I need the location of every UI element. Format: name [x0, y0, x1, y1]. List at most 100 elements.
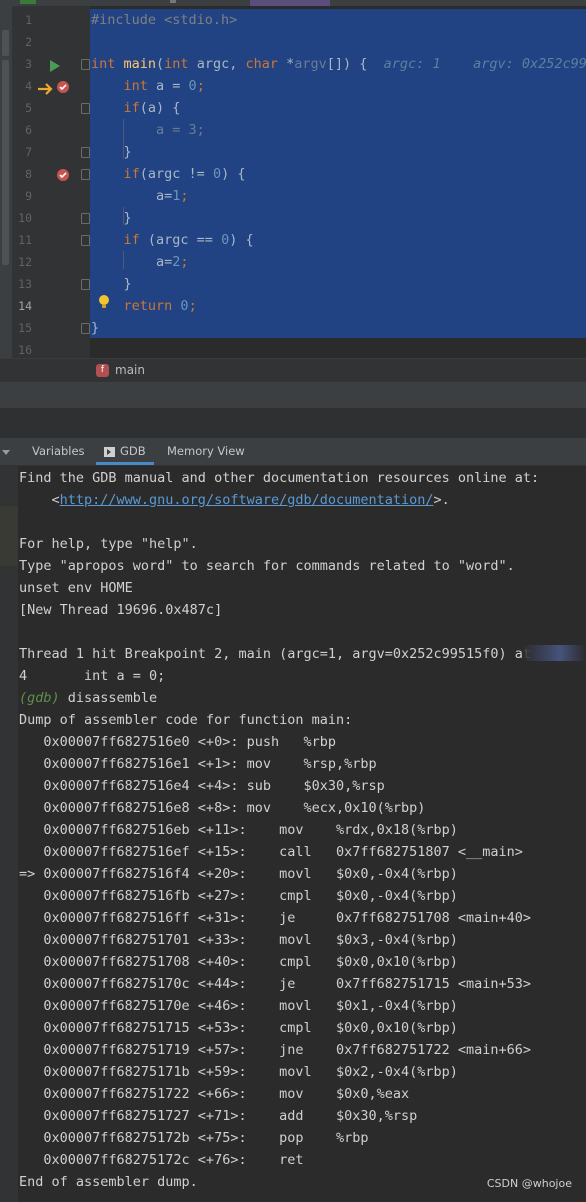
line-number[interactable]: 7: [14, 141, 32, 163]
breadcrumb-function-main[interactable]: main: [115, 363, 145, 377]
console-line[interactable]: 0x00007ff68275171b <+59>: movl $0x2,-0x4…: [19, 1061, 458, 1083]
console-line[interactable]: 0x00007ff682751701 <+33>: movl $0x3,-0x4…: [19, 929, 458, 951]
console-line[interactable]: 0x00007ff6827516ef <+15>: call 0x7ff6827…: [19, 841, 523, 863]
file-tab-icon[interactable]: [170, 0, 176, 3]
fold-icon[interactable]: [81, 323, 90, 334]
line-number[interactable]: 2: [14, 31, 32, 53]
line-number[interactable]: 1: [14, 9, 32, 31]
console-line[interactable]: 0x00007ff6827516ff <+31>: je 0x7ff682751…: [19, 907, 531, 929]
console-line[interactable]: 0x00007ff682751727 <+71>: add $0x30,%rsp: [19, 1105, 417, 1127]
code-text[interactable]: if(argc != 0) {: [91, 163, 246, 185]
line-number[interactable]: 10: [14, 207, 32, 229]
console-line[interactable]: End of assembler dump.: [19, 1171, 198, 1193]
tab-gdb[interactable]: GDB: [96, 438, 154, 465]
code-text[interactable]: a=2;: [91, 251, 189, 273]
console-line[interactable]: 0x00007ff6827516eb <+11>: mov %rdx,0x18(…: [19, 819, 458, 841]
line-number[interactable]: 4: [14, 75, 32, 97]
console-line[interactable]: 0x00007ff6827516e1 <+1>: mov %rsp,%rbp: [19, 753, 376, 775]
scroll-thumb[interactable]: [2, 60, 9, 265]
code-text[interactable]: }: [91, 207, 132, 229]
project-scrollbar[interactable]: [0, 0, 12, 382]
line-number[interactable]: 12: [14, 251, 32, 273]
console-line[interactable]: For help, type "help".: [19, 533, 198, 555]
code-line[interactable]: 7 }: [0, 141, 586, 163]
console-line[interactable]: 0x00007ff682751715 <+53>: cmpl $0x0,0x10…: [19, 1017, 458, 1039]
console-line[interactable]: unset env HOME: [19, 577, 133, 599]
console-line[interactable]: 0x00007ff682751719 <+57>: jne 0x7ff68275…: [19, 1039, 531, 1061]
fold-icon[interactable]: [81, 103, 90, 114]
code-text[interactable]: }: [91, 273, 132, 295]
tab-memory-view[interactable]: Memory View: [167, 438, 245, 465]
editor-tab-strip[interactable]: [0, 0, 586, 6]
tab-variables[interactable]: Variables: [32, 438, 85, 465]
code-line[interactable]: 4 int a = 0;: [0, 75, 586, 97]
console-line[interactable]: 0x00007ff682751708 <+40>: cmpl $0x0,0x10…: [19, 951, 458, 973]
console-line[interactable]: 0x00007ff68275172c <+76>: ret: [19, 1149, 303, 1171]
collapse-icon[interactable]: [2, 450, 10, 455]
code-line[interactable]: 16: [0, 339, 586, 358]
scroll-thumb[interactable]: [2, 30, 9, 56]
console-line[interactable]: Find the GDB manual and other documentat…: [19, 467, 539, 489]
execution-arrow-icon[interactable]: [38, 80, 54, 99]
line-number[interactable]: 16: [14, 339, 32, 358]
code-text[interactable]: int main(int argc, char *argv[]) { argc:…: [91, 53, 586, 75]
code-text[interactable]: a=1;: [91, 185, 189, 207]
line-number[interactable]: 11: [14, 229, 32, 251]
console-line[interactable]: [New Thread 19696.0x487c]: [19, 599, 222, 621]
run-icon[interactable]: [50, 57, 60, 76]
console-line[interactable]: Type "apropos word" to search for comman…: [19, 555, 515, 577]
fold-icon[interactable]: [81, 59, 90, 70]
console-line[interactable]: <http://www.gnu.org/software/gdb/documen…: [19, 489, 450, 511]
file-tab-icon[interactable]: [20, 0, 36, 4]
line-number[interactable]: 14: [14, 295, 32, 317]
code-text[interactable]: }: [91, 317, 99, 339]
code-editor[interactable]: 1 #include <stdio.h> 2 3 int main(int argc, …: [0, 0, 586, 358]
code-line[interactable]: 13 }: [0, 273, 586, 295]
code-line[interactable]: 2: [0, 31, 586, 53]
code-line[interactable]: 6 a = 3;: [0, 119, 586, 141]
line-number[interactable]: 6: [14, 119, 32, 141]
code-text[interactable]: }: [91, 141, 132, 163]
breadcrumb[interactable]: f main: [0, 358, 586, 383]
lightbulb-icon[interactable]: [98, 294, 110, 314]
fold-icon[interactable]: [81, 169, 90, 180]
console-line[interactable]: Thread 1 hit Breakpoint 2, main (argc=1,…: [19, 643, 531, 665]
line-number[interactable]: 9: [14, 185, 32, 207]
console-line[interactable]: 0x00007ff6827516fb <+27>: cmpl $0x0,-0x4…: [19, 885, 458, 907]
code-text[interactable]: if (argc == 0) {: [91, 229, 254, 251]
code-line[interactable]: 14 return 0;: [0, 295, 586, 317]
line-number[interactable]: 8: [14, 163, 32, 185]
code-text[interactable]: a = 3;: [91, 119, 205, 141]
line-number[interactable]: 5: [14, 97, 32, 119]
fold-icon[interactable]: [81, 213, 90, 224]
line-number[interactable]: 3: [14, 53, 32, 75]
code-line[interactable]: 15}: [0, 317, 586, 339]
breakpoint-icon[interactable]: [56, 167, 70, 186]
console-line[interactable]: 0x00007ff6827516e0 <+0>: push %rbp: [19, 731, 336, 753]
fold-icon[interactable]: [81, 147, 90, 158]
code-line[interactable]: 9 a=1;: [0, 185, 586, 207]
console-line[interactable]: Dump of assembler code for function main…: [19, 709, 352, 731]
fold-icon[interactable]: [81, 279, 90, 290]
documentation-link[interactable]: http://www.gnu.org/software/gdb/document…: [60, 492, 434, 508]
code-line[interactable]: 10 }: [0, 207, 586, 229]
breakpoint-icon[interactable]: [56, 79, 70, 98]
code-line[interactable]: 3 int main(int argc, char *argv[]) { argc…: [0, 53, 586, 75]
line-number[interactable]: 13: [14, 273, 32, 295]
code-line[interactable]: 1 #include <stdio.h>: [0, 9, 586, 31]
file-tab-active[interactable]: [250, 0, 330, 6]
console-line[interactable]: 0x00007ff68275170e <+46>: movl $0x1,-0x4…: [19, 995, 458, 1017]
code-line[interactable]: 8 if(argc != 0) {: [0, 163, 586, 185]
code-text[interactable]: int a = 0;: [91, 75, 205, 97]
console-line[interactable]: (gdb) disassemble: [19, 687, 157, 709]
code-text[interactable]: #include <stdio.h>: [91, 9, 237, 31]
console-line[interactable]: 0x00007ff6827516e4 <+4>: sub $0x30,%rsp: [19, 775, 384, 797]
console-line[interactable]: 0x00007ff68275172b <+75>: pop %rbp: [19, 1127, 368, 1149]
console-line[interactable]: 0x00007ff6827516e8 <+8>: mov %ecx,0x10(%…: [19, 797, 425, 819]
line-number[interactable]: 15: [14, 317, 32, 339]
console-line[interactable]: 4 int a = 0;: [19, 665, 165, 687]
code-line[interactable]: 12 a=2;: [0, 251, 586, 273]
code-line[interactable]: 5 if(a) {: [0, 97, 586, 119]
fold-icon[interactable]: [81, 235, 90, 246]
console-line[interactable]: 0x00007ff682751722 <+66>: mov $0x0,%eax: [19, 1083, 409, 1105]
